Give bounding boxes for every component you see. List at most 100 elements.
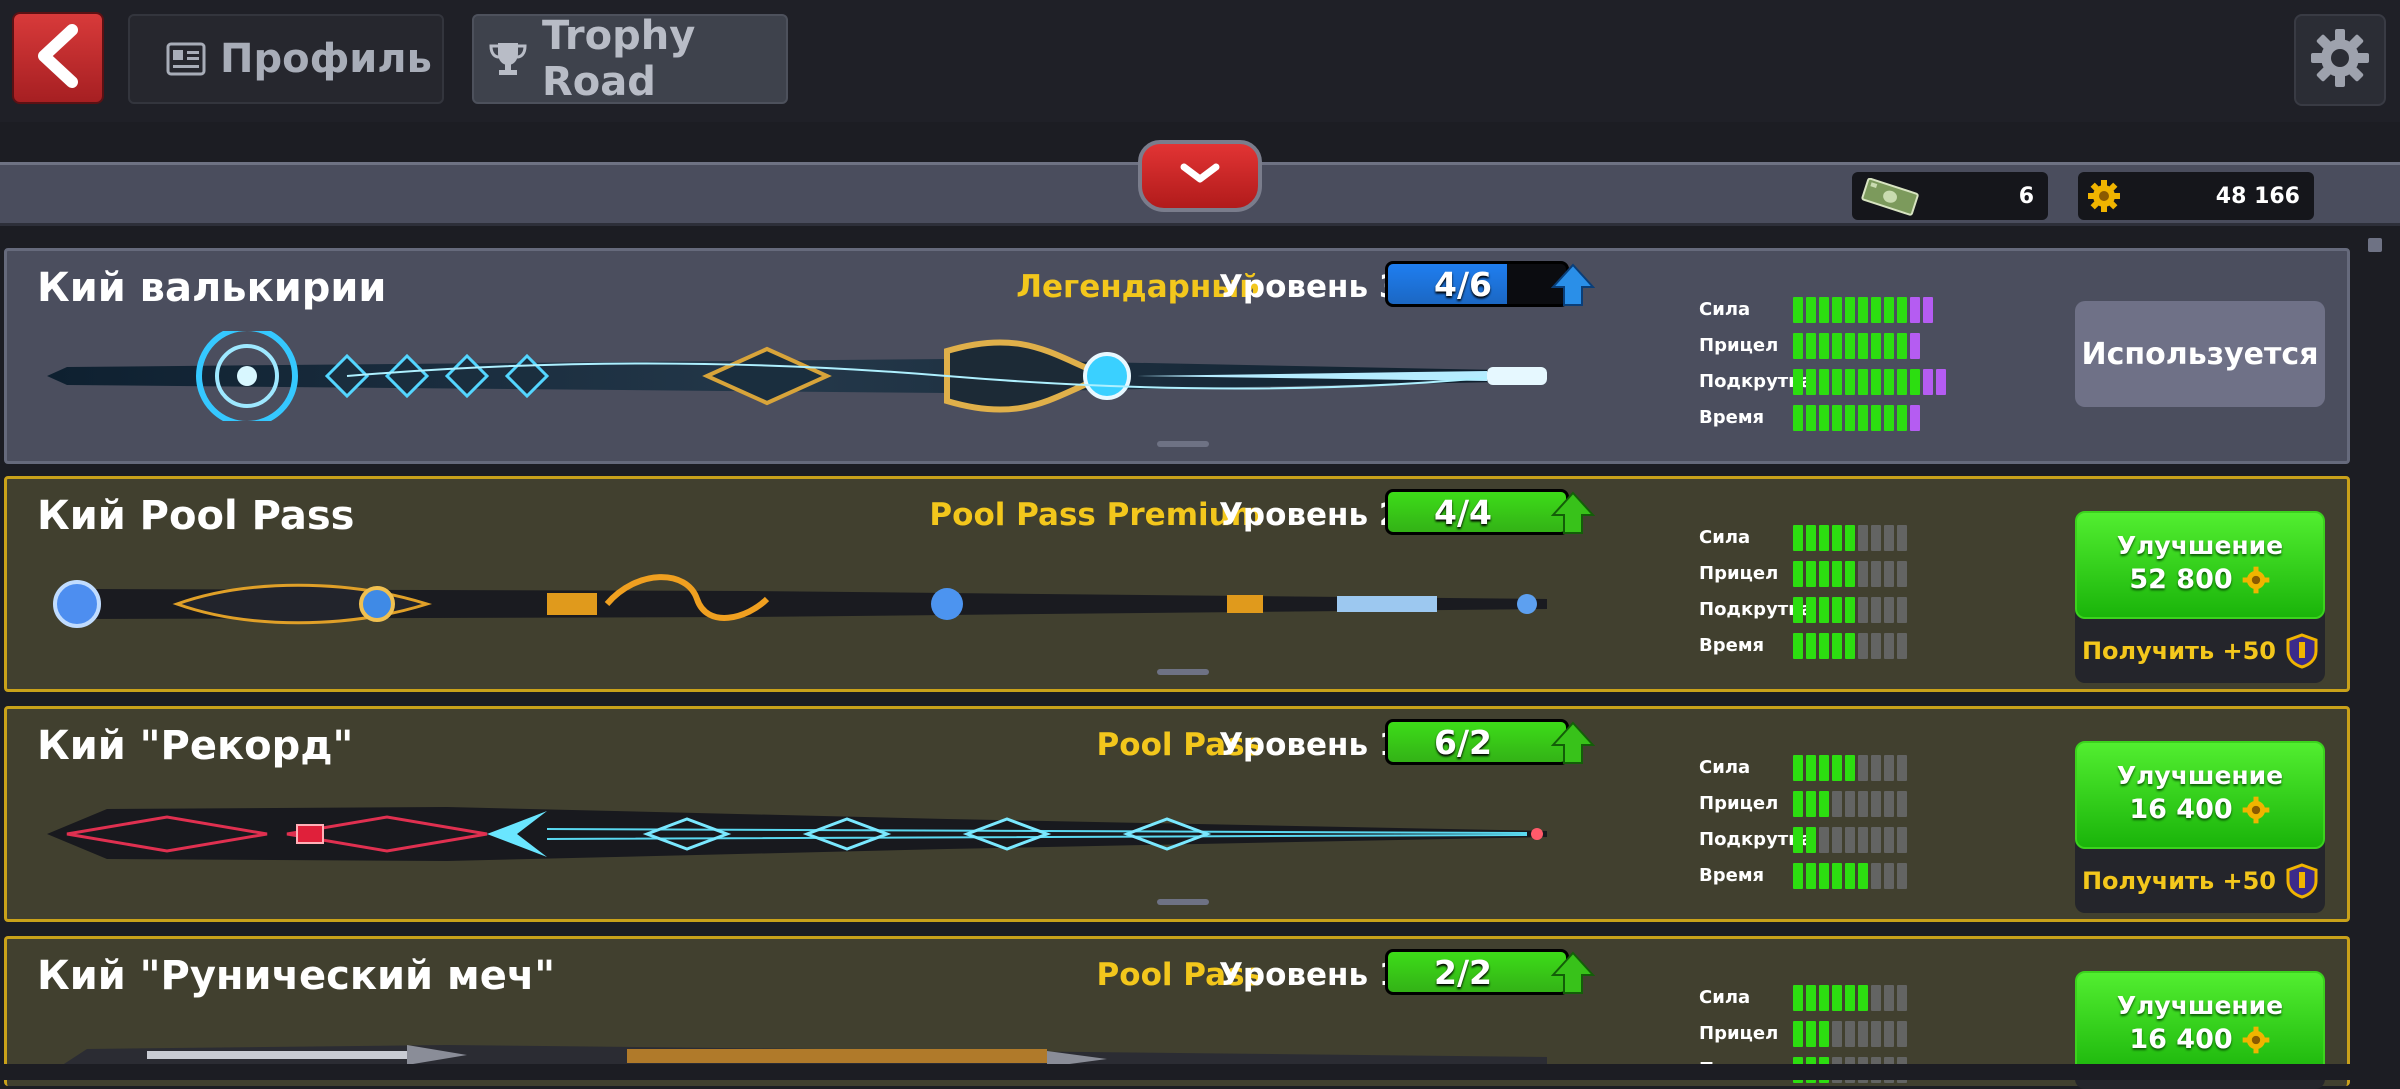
stat-segment (1806, 561, 1816, 587)
tab-profile-label: Профиль (220, 36, 432, 82)
stat-segment (1832, 755, 1842, 781)
stat-segment (1897, 561, 1907, 587)
stat-label: Сила (1699, 757, 1751, 778)
stat-label: Сила (1699, 299, 1751, 320)
stat-segment (1845, 985, 1855, 1011)
stat-segment (1819, 755, 1829, 781)
stat-segment (1793, 525, 1803, 551)
get-bonus-link[interactable]: Получить +50 (2075, 627, 2325, 675)
shield-icon (2286, 863, 2318, 899)
tab-trophy-road[interactable]: Trophy Road (472, 13, 788, 105)
cue-level: Уровень 2 (1219, 497, 1401, 533)
cue-name: Кий валькирии (37, 265, 387, 311)
stat-segment (1793, 985, 1803, 1011)
stat-bar (1793, 525, 1907, 551)
chevron-down-icon (1176, 161, 1224, 191)
stat-segment (1806, 755, 1816, 781)
stat-segment (1793, 561, 1803, 587)
stat-row: Прицел (1699, 561, 1979, 587)
stat-segment (1806, 405, 1816, 431)
upgrade-price-value: 16 400 (2129, 1024, 2233, 1055)
stat-segment (1884, 1021, 1894, 1047)
cue-level: Уровень 1 (1219, 727, 1401, 763)
cue-card-record[interactable]: Кий "Рекорд" Pool Pass Уровень 1 6/2 Сил… (4, 706, 2350, 922)
drag-handle[interactable] (1157, 899, 1209, 905)
stat-segment (1897, 333, 1907, 359)
stat-segment (1923, 297, 1933, 323)
stat-segment (1819, 525, 1829, 551)
stat-segment (1845, 561, 1855, 587)
cue-image (47, 807, 1547, 861)
stat-segment (1871, 863, 1881, 889)
upgrade-button[interactable]: Улучшение 52 800 (2075, 511, 2325, 619)
stat-segment (1858, 405, 1868, 431)
stat-segment (1897, 863, 1907, 889)
collapse-button[interactable] (1138, 140, 1262, 212)
stat-segment (1897, 985, 1907, 1011)
cue-rarity: Pool Pass Premium (929, 497, 1263, 533)
drag-handle[interactable] (1157, 441, 1209, 447)
stat-segment (1819, 369, 1829, 395)
coin-gear-icon (2242, 566, 2270, 593)
stat-segment (1858, 597, 1868, 623)
stat-segment (1845, 597, 1855, 623)
stat-label: Сила (1699, 527, 1751, 548)
stat-segment (1845, 333, 1855, 359)
coins-counter[interactable]: 48 166 (2078, 172, 2314, 220)
upgrade-label: Улучшение (2116, 761, 2284, 790)
cue-level: Уровень 3 (1219, 269, 1401, 305)
tab-profile[interactable]: Профиль (128, 14, 444, 104)
stat-label: Прицел (1699, 335, 1779, 356)
stat-segment (1897, 827, 1907, 853)
stat-segment (1832, 827, 1842, 853)
stat-segment (1806, 369, 1816, 395)
stat-segment (1832, 297, 1842, 323)
settings-button[interactable] (2294, 14, 2386, 106)
upgrade-button[interactable]: Улучшение 16 400 (2075, 971, 2325, 1079)
get-bonus-label: Получить +50 (2081, 867, 2277, 895)
stat-segment (1897, 405, 1907, 431)
stat-segment (1884, 561, 1894, 587)
stat-segment (1793, 633, 1803, 659)
stat-segment (1858, 985, 1868, 1011)
upgrade-arrow-icon (1550, 721, 1596, 769)
cue-image (53, 574, 1547, 628)
upgrade-label: Улучшение (2116, 531, 2284, 560)
upgrade-price: 16 400 (2077, 1024, 2323, 1055)
stat-segment (1884, 633, 1894, 659)
stat-segment (1871, 985, 1881, 1011)
stat-segment (1897, 755, 1907, 781)
stat-segment (1793, 369, 1803, 395)
stat-segment (1910, 369, 1920, 395)
stat-segment (1884, 755, 1894, 781)
stat-segment (1793, 297, 1803, 323)
stat-segment (1806, 827, 1816, 853)
get-bonus-link[interactable]: Получить +50 (2075, 857, 2325, 905)
upgrade-arrow-icon (1550, 491, 1596, 539)
stat-segment (1871, 333, 1881, 359)
drag-handle[interactable] (1157, 669, 1209, 675)
cash-value: 6 (2018, 183, 2034, 209)
scrollbar[interactable] (2368, 238, 2382, 252)
stat-segment (1832, 333, 1842, 359)
stat-segment (1845, 369, 1855, 395)
in-use-button[interactable]: Используется (2075, 301, 2325, 407)
stat-segment (1884, 985, 1894, 1011)
stat-segment (1871, 369, 1881, 395)
stat-segment (1910, 333, 1920, 359)
stat-segment (1806, 297, 1816, 323)
stat-segment (1845, 525, 1855, 551)
cue-card-valkyrie[interactable]: Кий валькирии Легендарный Уровень 3 4/6 … (4, 248, 2350, 464)
stat-segment (1871, 297, 1881, 323)
cash-counter[interactable]: 6 (1852, 172, 2048, 220)
cue-card-pool-pass[interactable]: Кий Pool Pass Pool Pass Premium Уровень … (4, 476, 2350, 692)
cue-name: Кий "Рекорд" (37, 723, 354, 769)
upgrade-arrow-icon (1550, 951, 1596, 999)
upgrade-panel: Улучшение 16 400 Получить +50 (2075, 741, 2325, 913)
back-button[interactable] (12, 12, 104, 104)
stat-segment (1832, 1021, 1842, 1047)
stat-bar (1793, 791, 1907, 817)
upgrade-button[interactable]: Улучшение 16 400 (2075, 741, 2325, 849)
upgrade-price: 16 400 (2077, 794, 2323, 825)
stat-segment (1793, 597, 1803, 623)
